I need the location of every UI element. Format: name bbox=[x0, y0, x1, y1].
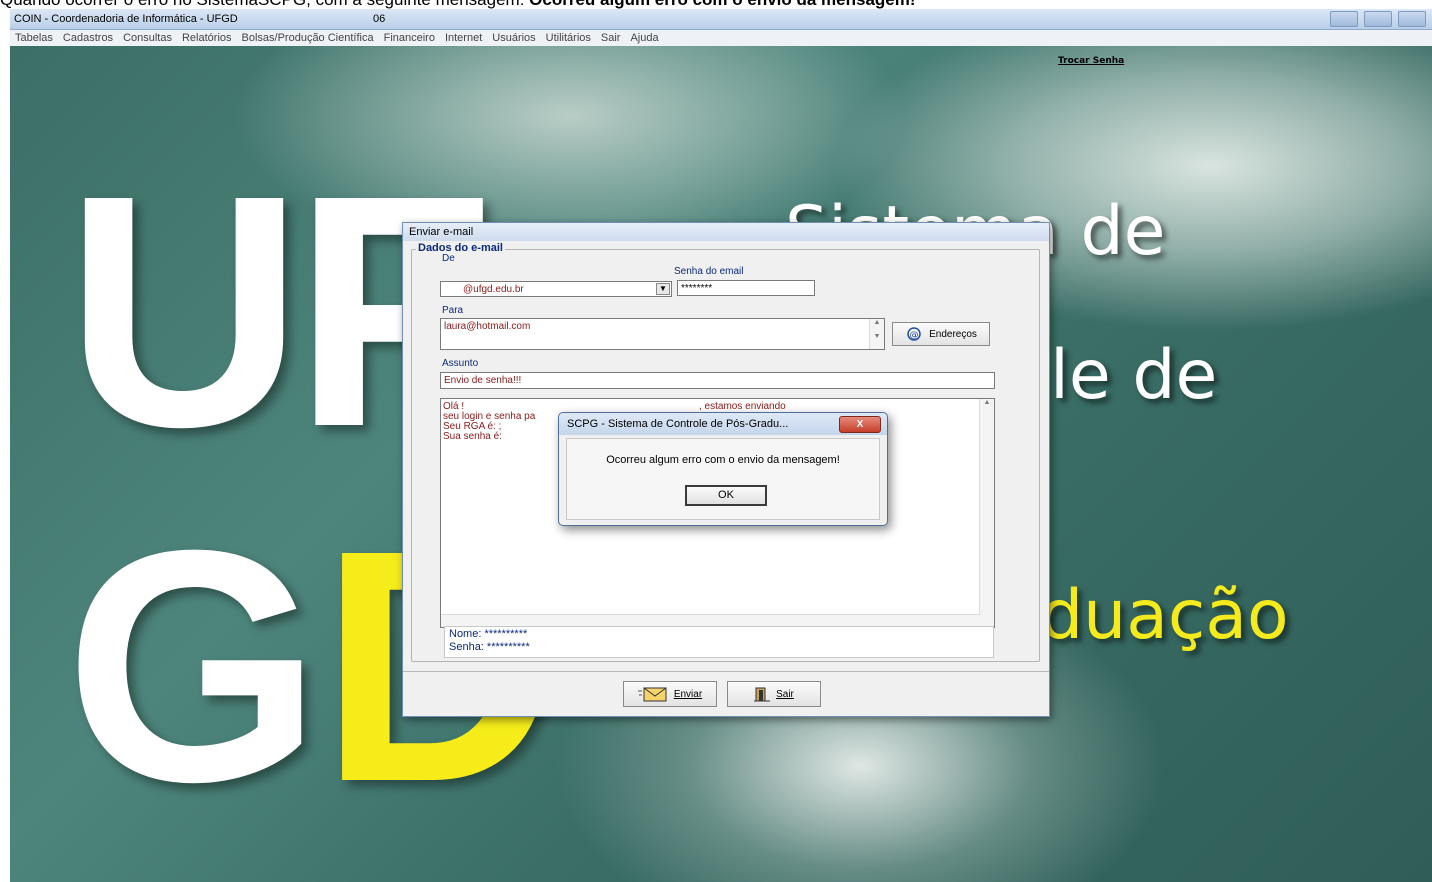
menu-sair[interactable]: Sair bbox=[596, 30, 626, 46]
caption: Quando ocorrer o erro no SistemaSCPG, co… bbox=[0, 0, 1432, 9]
window-controls bbox=[1330, 11, 1426, 27]
email-window-title: Enviar e-mail bbox=[403, 223, 1049, 241]
para-label: Para bbox=[442, 305, 464, 316]
caption-prefix: Quando ocorrer o erro no SistemaSCPG, co… bbox=[0, 0, 529, 9]
bg-text-graduacao: duação bbox=[1040, 576, 1289, 655]
assunto-value: Envio de senha!!! bbox=[444, 375, 522, 386]
assunto-label: Assunto bbox=[442, 358, 479, 369]
message-text: Ocorreu algum erro com o envio da mensag… bbox=[606, 454, 840, 466]
ok-button[interactable]: OK bbox=[685, 485, 767, 506]
de-value: @ufgd.edu.br bbox=[463, 284, 524, 295]
senha-line: Senha: ********** bbox=[449, 641, 530, 653]
chevron-down-icon[interactable]: ▼ bbox=[656, 283, 670, 295]
app-title-number: 06 bbox=[373, 13, 386, 25]
minimize-button[interactable] bbox=[1330, 11, 1358, 27]
body-vertical-scrollbar[interactable]: ▲ bbox=[979, 399, 994, 627]
group-title: Dados do e-mail bbox=[416, 242, 505, 254]
body-line-1-tail: , estamos enviando bbox=[699, 401, 786, 412]
address-book-icon: @ bbox=[907, 327, 921, 341]
menu-usuarios[interactable]: Usuários bbox=[487, 30, 540, 46]
menubar: Tabelas Cadastros Consultas Relatórios B… bbox=[10, 30, 1432, 47]
enderecos-label: Endereços bbox=[929, 328, 977, 340]
menu-utilitarios[interactable]: Utilitários bbox=[541, 30, 596, 46]
enviar-button[interactable]: Enviar bbox=[623, 681, 717, 707]
menu-ajuda[interactable]: Ajuda bbox=[625, 30, 663, 46]
maximize-button[interactable] bbox=[1364, 11, 1392, 27]
svg-text:@: @ bbox=[910, 331, 919, 341]
credentials-box: Nome: ********** Senha: ********** bbox=[444, 626, 994, 658]
menu-cadastros[interactable]: Cadastros bbox=[58, 30, 118, 46]
de-label: De bbox=[442, 253, 455, 264]
body-line-4: Sua senha é: bbox=[443, 431, 502, 442]
window-separator bbox=[403, 671, 1049, 672]
para-scrollbar[interactable]: ▲ ▼ bbox=[869, 319, 884, 349]
close-button[interactable] bbox=[1398, 11, 1426, 27]
menu-financeiro[interactable]: Financeiro bbox=[379, 30, 440, 46]
senha-label: Senha do email bbox=[674, 266, 744, 277]
para-field[interactable]: laura@hotmail.com ▲ ▼ bbox=[440, 318, 885, 350]
enderecos-button[interactable]: @ Endereços bbox=[892, 322, 990, 346]
enviar-label: Enviar bbox=[673, 688, 703, 700]
caption-bold: Ocorreu algum erro com o envio da mensag… bbox=[529, 0, 915, 9]
sair-button[interactable]: Sair bbox=[727, 681, 821, 707]
menu-tabelas[interactable]: Tabelas bbox=[10, 30, 58, 46]
error-message-box: SCPG - Sistema de Controle de Pós-Gradu.… bbox=[558, 412, 888, 526]
senha-field[interactable]: ******** bbox=[677, 280, 815, 296]
exit-door-icon bbox=[754, 687, 771, 702]
de-select[interactable]: @ufgd.edu.br ▼ bbox=[440, 281, 672, 297]
menu-consultas[interactable]: Consultas bbox=[118, 30, 177, 46]
logo-g: G bbox=[65, 481, 322, 850]
menu-internet[interactable]: Internet bbox=[440, 30, 487, 46]
app-titlebar: COIN - Coordenadoria de Informática - UF… bbox=[10, 9, 1432, 30]
sair-label: Sair bbox=[776, 688, 794, 700]
menu-relatorios[interactable]: Relatórios bbox=[177, 30, 237, 46]
message-box-title: SCPG - Sistema de Controle de Pós-Gradu.… bbox=[559, 413, 887, 435]
senha-value: ******** bbox=[681, 283, 713, 294]
para-value: laura@hotmail.com bbox=[444, 321, 531, 332]
app-title: COIN - Coordenadoria de Informática - UF… bbox=[14, 13, 238, 25]
close-icon[interactable]: X bbox=[839, 416, 881, 433]
assunto-field[interactable]: Envio de senha!!! bbox=[440, 372, 995, 389]
trocar-senha-link[interactable]: Trocar Senha bbox=[1058, 56, 1124, 66]
envelope-icon bbox=[637, 687, 667, 702]
nome-line: Nome: ********** bbox=[449, 628, 528, 640]
bg-text-controle: le de bbox=[1050, 336, 1218, 415]
menu-bolsas[interactable]: Bolsas/Produção Científica bbox=[237, 30, 379, 46]
message-box-content: Ocorreu algum erro com o envio da mensag… bbox=[566, 438, 880, 520]
